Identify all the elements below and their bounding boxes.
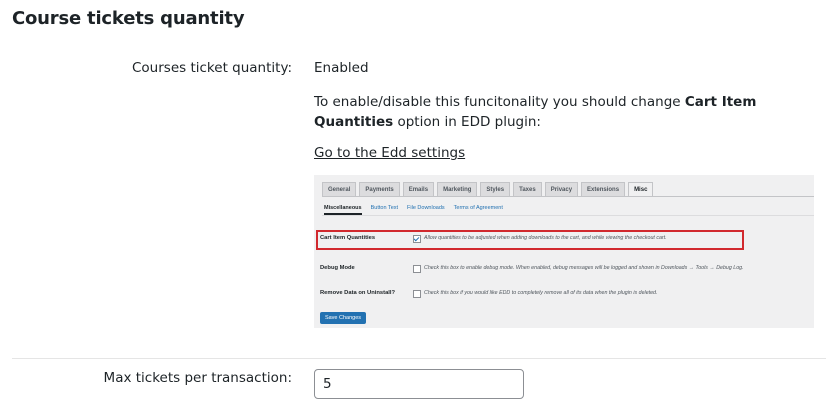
screenshot-tab: Styles <box>480 182 511 197</box>
screenshot-tab: Payments <box>359 182 400 197</box>
screenshot-tab-active: Misc <box>628 182 654 197</box>
row-description: Check this box to enable debug mode. Whe… <box>424 265 744 271</box>
screenshot-tab: Extensions <box>581 182 626 197</box>
checkbox-unchecked-icon <box>413 265 421 273</box>
screenshot-tab: Privacy <box>544 182 579 197</box>
screenshot-row-debug-mode: Debug Mode Check this box to enable debu… <box>320 263 808 277</box>
screenshot-tab: General <box>322 182 357 197</box>
row-label: Debug Mode <box>320 265 355 271</box>
screenshot-subnav: Miscellaneous Button Text File Downloads… <box>324 205 503 215</box>
screenshot-tab: Emails <box>402 182 435 197</box>
screenshot-save-button: Save Changes <box>320 312 366 324</box>
max-tickets-input[interactable] <box>314 369 524 399</box>
description-suffix: option in EDD plugin: <box>393 114 541 130</box>
description-prefix: To enable/disable this funcitonality you… <box>314 94 685 110</box>
subnav-item: Terms of Agreement <box>453 205 503 211</box>
screenshot-row-remove-data: Remove Data on Uninstall? Check this box… <box>320 288 808 302</box>
edd-settings-link[interactable]: Go to the Edd settings <box>314 145 465 161</box>
highlight-box <box>316 230 744 250</box>
max-tickets-label: Max tickets per transaction: <box>103 370 292 386</box>
screenshot-tabs: General Payments Emails Marketing Styles… <box>322 182 654 197</box>
edd-settings-screenshot: General Payments Emails Marketing Styles… <box>314 175 814 328</box>
row-description: Check this box if you would like EDD to … <box>424 290 658 296</box>
section-divider <box>12 358 826 359</box>
tab-divider <box>322 196 814 197</box>
page-title: Course tickets quantity <box>12 8 245 29</box>
screenshot-tab: Marketing <box>437 182 478 197</box>
setting-description: To enable/disable this funcitonality you… <box>314 92 784 132</box>
courses-ticket-quantity-label: Courses ticket quantity: <box>132 60 292 76</box>
checkbox-unchecked-icon <box>413 290 421 298</box>
subnav-item: Button Text <box>370 205 399 211</box>
subnav-divider <box>322 215 814 216</box>
subnav-item-current: Miscellaneous <box>324 205 362 215</box>
row-label: Remove Data on Uninstall? <box>320 290 396 296</box>
status-value: Enabled <box>314 60 369 76</box>
screenshot-tab: Taxes <box>513 182 542 197</box>
subnav-item: File Downloads <box>407 205 445 211</box>
